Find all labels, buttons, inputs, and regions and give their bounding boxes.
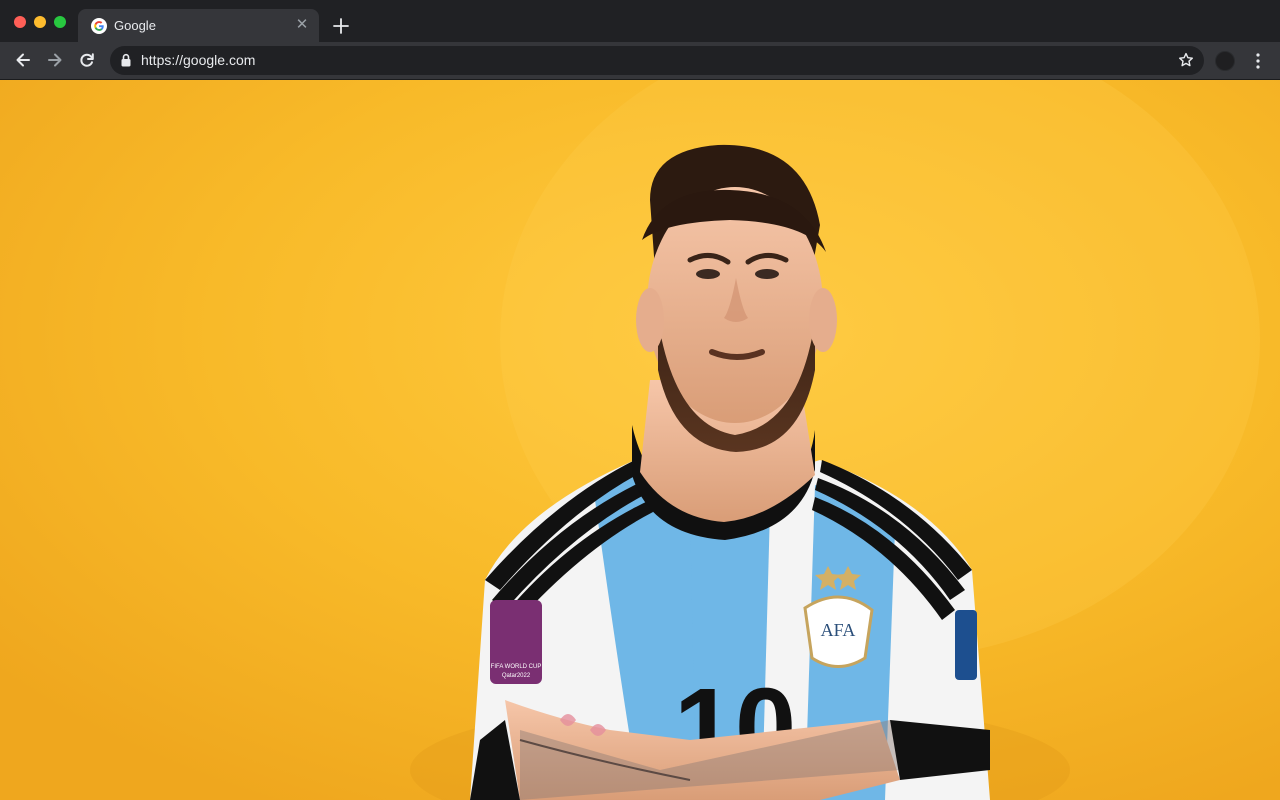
avatar[interactable] xyxy=(1215,51,1235,71)
browser-toolbar: https://google.com xyxy=(0,42,1280,80)
tab-google[interactable]: Google ✕ xyxy=(78,9,319,42)
arrow-left-icon xyxy=(16,53,30,67)
back-button[interactable] xyxy=(14,51,32,69)
lock-icon[interactable] xyxy=(120,53,132,67)
svg-text:FIFA WORLD CUP: FIFA WORLD CUP xyxy=(491,664,542,670)
tab-strip: Google ✕ xyxy=(0,0,1280,42)
forward-button[interactable] xyxy=(46,51,64,69)
world-cup-patch: FIFA WORLD CUP Qatar2022 xyxy=(490,600,542,684)
url-text[interactable]: https://google.com xyxy=(141,52,255,69)
close-icon[interactable]: ✕ xyxy=(294,17,310,33)
new-tab-button[interactable] xyxy=(330,15,352,37)
player-photo: AFA FIFA WORLD CUP Qatar2022 10 xyxy=(0,80,1280,800)
plus-icon xyxy=(333,18,349,34)
browser-window: Google ✕ https://google.com AFA FIFA WOR… xyxy=(0,0,1280,800)
window-maximize-button[interactable] xyxy=(54,16,66,28)
arrow-right-icon xyxy=(48,53,62,67)
window-close-button[interactable] xyxy=(14,16,26,28)
afa-badge-text: AFA xyxy=(821,620,856,640)
google-g-icon xyxy=(91,18,107,34)
window-minimize-button[interactable] xyxy=(34,16,46,28)
svg-text:Qatar2022: Qatar2022 xyxy=(502,673,531,679)
address-bar[interactable]: https://google.com xyxy=(110,46,1204,75)
more-vert-icon[interactable] xyxy=(1250,52,1266,70)
tab-title: Google xyxy=(114,18,156,33)
reload-icon xyxy=(80,53,94,67)
reload-button[interactable] xyxy=(78,51,96,69)
star-icon[interactable] xyxy=(1178,52,1194,68)
page-content: AFA FIFA WORLD CUP Qatar2022 10 xyxy=(0,80,1280,800)
